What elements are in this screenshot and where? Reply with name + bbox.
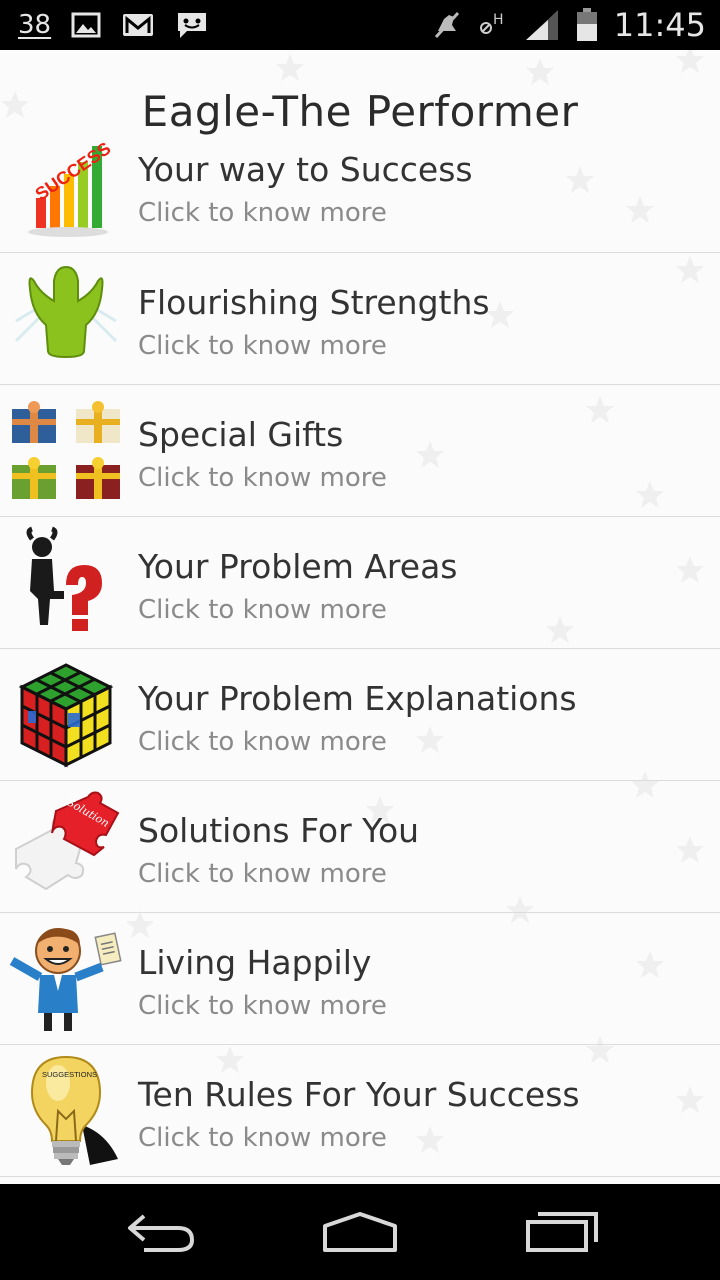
signal-icon [525, 10, 558, 40]
item-subtitle: Click to know more [138, 595, 387, 625]
item-title: Your way to Success [138, 150, 473, 189]
battery-icon [576, 8, 597, 41]
list-item-problem-areas[interactable]: Your Problem Areas Click to know more [0, 517, 720, 649]
gmail-icon [123, 14, 154, 36]
item-subtitle: Click to know more [138, 859, 387, 889]
recent-apps-icon[interactable] [516, 1206, 606, 1258]
list-item-problem-explanations[interactable]: Your Problem Explanations Click to know … [0, 649, 720, 781]
list-item-strengths[interactable]: Flourishing Strengths Click to know more [0, 253, 720, 385]
happy-man-icon [9, 928, 122, 1031]
rubiks-cube-icon [18, 663, 114, 768]
item-subtitle: Click to know more [138, 1123, 387, 1153]
item-title: Your Problem Explanations [138, 679, 577, 718]
strength-figure-icon [14, 265, 118, 359]
item-title: Solutions For You [138, 811, 420, 850]
item-subtitle: Click to know more [138, 727, 387, 757]
item-title: Ten Rules For Your Success [138, 1075, 580, 1114]
suggestions-bulb-icon: SUGGESTIONS [30, 1055, 118, 1165]
clock: 11:45 [613, 6, 706, 44]
list-item-gifts[interactable]: Special Gifts Click to know more [0, 385, 720, 517]
home-icon[interactable] [315, 1206, 405, 1258]
status-bar: 38 H 11:45 [0, 0, 720, 50]
list-item-ten-rules[interactable]: SUGGESTIONS Ten Rules For Your Success C… [0, 1045, 720, 1177]
notification-count: 38 [18, 10, 52, 40]
item-subtitle: Click to know more [138, 331, 387, 361]
svg-text:H: H [493, 12, 504, 28]
mute-icon [434, 11, 459, 39]
app-screen: Eagle-The Performer SUCCESS Your way to … [0, 50, 720, 1184]
item-subtitle: Click to know more [138, 463, 387, 493]
item-title: Your Problem Areas [138, 547, 458, 586]
svg-text:SUGGESTIONS: SUGGESTIONS [42, 1070, 97, 1079]
page-title: Eagle-The Performer [141, 86, 579, 136]
navigation-bar [0, 1184, 720, 1280]
network-h-icon: H [479, 12, 504, 34]
item-title: Flourishing Strengths [138, 283, 490, 322]
question-figure-icon [26, 526, 102, 631]
list-item-success[interactable]: SUCCESS Your way to Success Click to kno… [0, 138, 720, 253]
back-icon[interactable] [116, 1206, 206, 1258]
gallery-icon [71, 12, 101, 38]
list-item-solutions[interactable]: Solution Solutions For You Click to know… [0, 781, 720, 913]
item-title: Living Happily [138, 943, 372, 982]
item-subtitle: Click to know more [138, 198, 387, 228]
puzzle-solution-icon: Solution [15, 791, 120, 891]
messaging-icon [178, 13, 207, 38]
gift-boxes-icon [12, 401, 120, 499]
success-chart-icon: SUCCESS [28, 138, 114, 237]
item-title: Special Gifts [138, 415, 344, 454]
list-item-living-happily[interactable]: Living Happily Click to know more [0, 913, 720, 1045]
item-subtitle: Click to know more [138, 991, 387, 1021]
menu-list[interactable]: SUCCESS Your way to Success Click to kno… [0, 138, 720, 1184]
